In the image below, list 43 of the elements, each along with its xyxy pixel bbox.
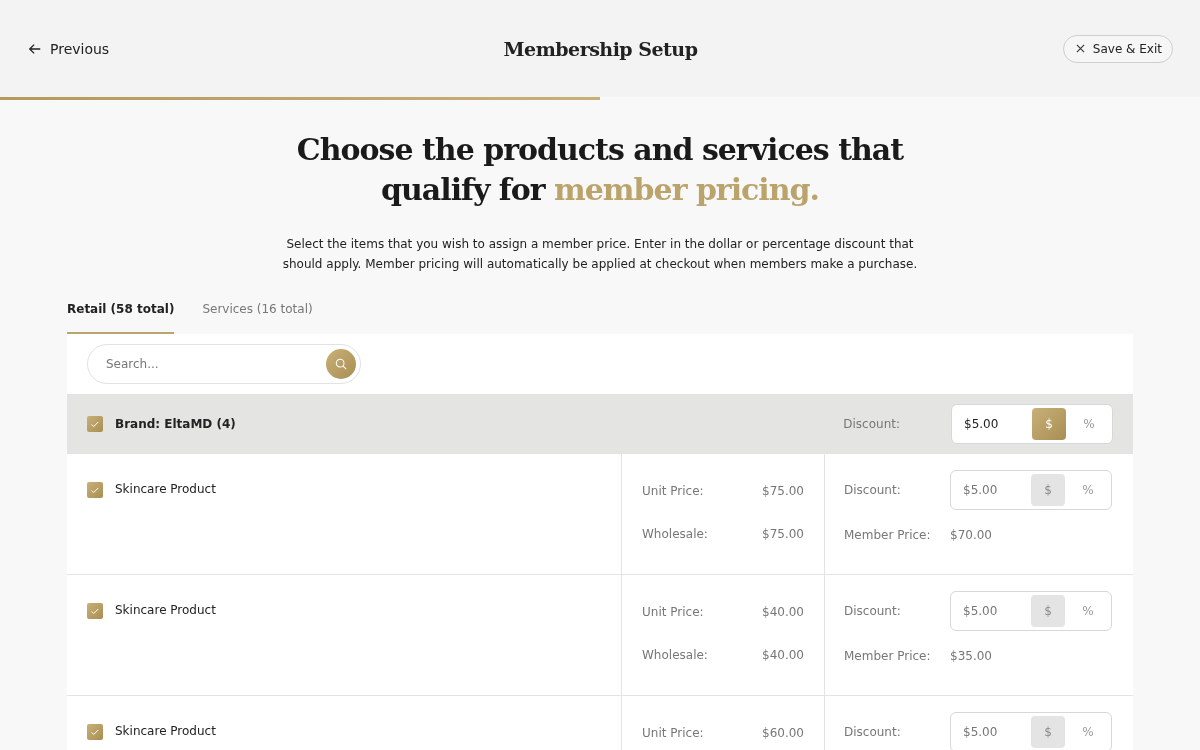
member-price: $70.00 <box>950 528 992 542</box>
product-name: Skincare Product <box>115 724 216 738</box>
checkbox[interactable] <box>87 603 103 619</box>
unit-toggle[interactable]: % <box>1072 408 1106 440</box>
product-name: Skincare Product <box>115 603 216 617</box>
product-name: Skincare Product <box>115 482 216 496</box>
back-arrow-icon <box>28 41 42 56</box>
checkbox[interactable] <box>87 482 103 498</box>
discount-label: Discount: <box>844 604 902 618</box>
save-exit-button[interactable]: Save & Exit <box>1062 34 1173 63</box>
check-icon <box>90 606 100 616</box>
unit-price: $40.00 <box>762 605 804 619</box>
checkbox[interactable] <box>87 724 103 740</box>
search-icon <box>335 358 347 370</box>
check-icon <box>90 727 100 737</box>
close-icon <box>1075 44 1085 53</box>
unit-toggle[interactable]: $ <box>1032 408 1066 440</box>
member-price: $35.00 <box>950 649 992 663</box>
previous-button[interactable]: Previous <box>28 40 110 57</box>
unit-price: $75.00 <box>762 484 804 498</box>
unit-price-label: Unit Price: <box>642 484 704 498</box>
check-icon <box>90 419 100 429</box>
unit-price-label: Unit Price: <box>642 726 704 740</box>
discount-label: Discount: <box>844 483 902 497</box>
discount-label: Discount: <box>843 417 900 431</box>
checkbox[interactable] <box>87 416 103 432</box>
unit-price: $60.00 <box>762 726 804 740</box>
discount-field[interactable]: $5.00 $ % <box>951 404 1113 444</box>
wholesale-label: Wholesale: <box>642 527 708 541</box>
wholesale-price: $40.00 <box>762 648 804 662</box>
member-price-label: Member Price: <box>844 649 932 663</box>
wholesale-price: $75.00 <box>762 527 804 541</box>
page-title: Membership Setup <box>503 37 698 60</box>
member-price-label: Member Price: <box>844 528 932 542</box>
discount-label: Discount: <box>844 725 902 739</box>
heading: Choose the products and services that qualify for member pricing. <box>296 131 904 209</box>
description: Select the items that you wish to assign a member price. Enter in the dollar or percentage discount that should apply. Member pricing will automatically be applied at checkout when members make a purchase. <box>281 236 919 273</box>
brand-label: Brand: EltaMD (4) <box>115 417 236 431</box>
search-field[interactable]: Search... <box>87 344 361 384</box>
check-icon <box>90 485 100 495</box>
unit-price-label: Unit Price: <box>642 605 704 619</box>
wholesale-label: Wholesale: <box>642 648 708 662</box>
tab[interactable]: Services (16 total) <box>202 302 313 334</box>
